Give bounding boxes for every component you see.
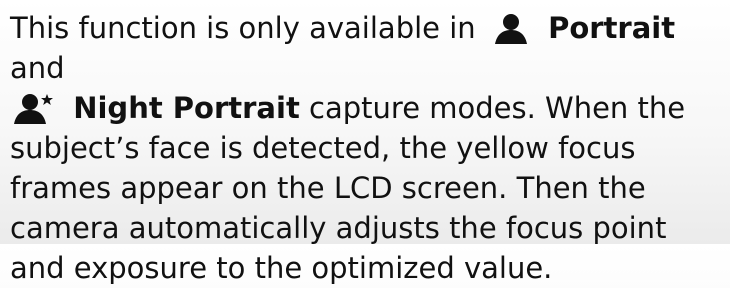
description-panel: This function is only available in Portr… [0, 0, 730, 285]
night-portrait-mode-label: Night Portrait [73, 91, 300, 125]
and-text: and [10, 51, 65, 85]
portrait-icon [489, 12, 533, 44]
portrait-mode-label: Portrait [548, 11, 676, 45]
description-paragraph: This function is only available in Portr… [10, 8, 718, 288]
night-portrait-icon [10, 92, 54, 124]
intro-text: This function is only available in [10, 11, 485, 45]
